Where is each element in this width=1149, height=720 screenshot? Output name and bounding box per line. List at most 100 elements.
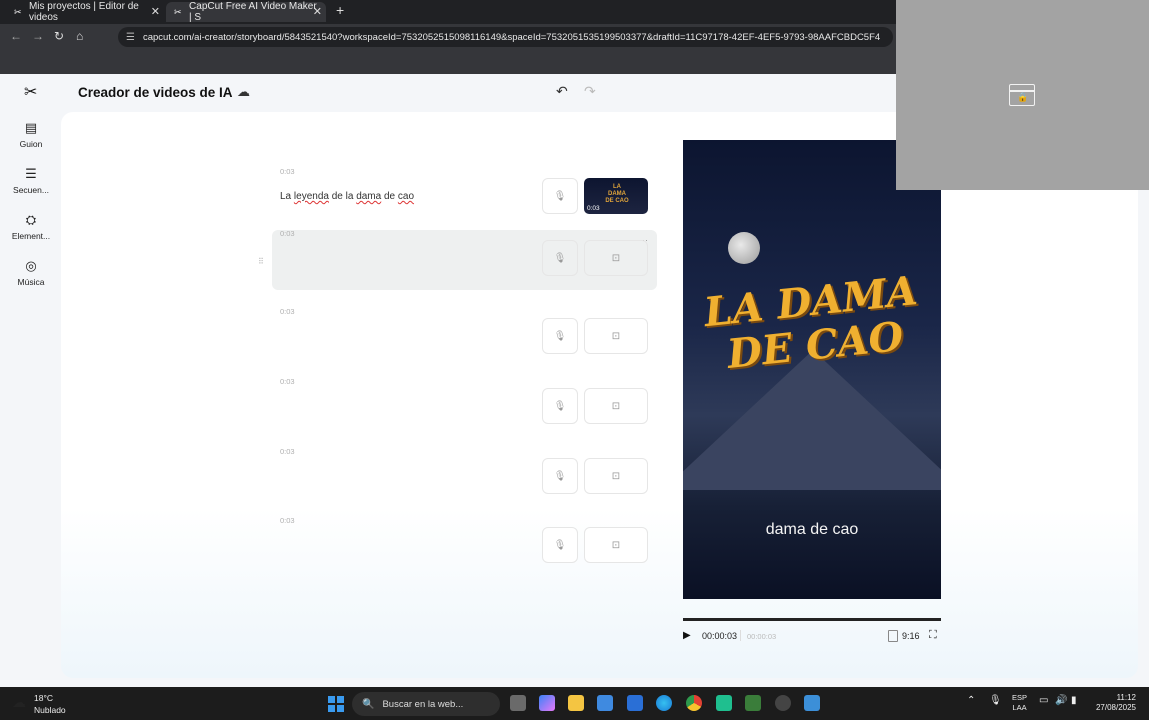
app-icon[interactable]	[627, 695, 643, 711]
sidebar-item-script[interactable]: ▤ Guion	[0, 120, 62, 149]
file-explorer-icon[interactable]	[568, 695, 584, 711]
time-divider	[740, 630, 741, 641]
weather-condition: Nublado	[34, 705, 66, 715]
voice-icon: 🎙	[553, 190, 567, 202]
add-media-button[interactable]: ⊡	[584, 388, 648, 424]
tab-close-icon[interactable]: ✕	[313, 5, 322, 18]
aspect-ratio-icon[interactable]	[888, 630, 898, 642]
image-add-icon: ⊡	[611, 400, 621, 412]
scene-duration: 0:03	[280, 307, 295, 316]
current-time: 00:00:03	[702, 631, 738, 641]
voice-icon: 🎙	[553, 252, 567, 264]
capcut-favicon-icon: ✂	[174, 7, 182, 17]
sidebar-item-label: Element...	[11, 231, 51, 241]
drag-handle-icon[interactable]: ⠿	[258, 257, 264, 266]
voice-button[interactable]: 🎙	[542, 527, 578, 563]
voice-icon: 🎙	[553, 400, 567, 412]
display-icon[interactable]: ▭	[1039, 695, 1048, 706]
fullscreen-icon[interactable]: ⛶	[929, 629, 937, 642]
notepad-icon[interactable]	[804, 695, 820, 711]
thumbnail-duration: 0:03	[587, 205, 600, 212]
voice-icon: 🎙	[553, 539, 567, 551]
show-hidden-icons-icon[interactable]: ⌃	[967, 695, 975, 706]
add-media-button[interactable]: ⊡	[584, 318, 648, 354]
sidebar-item-sequence[interactable]: ☰ Secuen...	[0, 166, 62, 195]
voice-button[interactable]: 🎙	[542, 178, 578, 214]
browser-tab-projects[interactable]: ✂ Mis proyectos | Editor de videos ✕	[6, 1, 164, 23]
store-icon[interactable]	[597, 695, 613, 711]
moon-image	[728, 232, 760, 264]
playback-progress-bar[interactable]	[683, 618, 941, 621]
sidebar-item-label: Guion	[19, 139, 43, 149]
sidebar-item-label: Música	[17, 277, 45, 287]
new-tab-button[interactable]: +	[336, 2, 344, 18]
scene-thumbnail[interactable]: LA DAMA DE CAO 0:03	[584, 178, 648, 214]
sidebar-item-label: Secuen...	[13, 185, 49, 195]
undo-icon[interactable]: ↶	[556, 83, 568, 100]
scene-row[interactable]: 0:03 ··· 🎙 ⊡	[272, 229, 657, 290]
url-field[interactable]: ☰ capcut.com/ai-creator/storyboard/58435…	[118, 27, 893, 47]
script-icon: ▤	[24, 120, 38, 135]
browser-tab-capcut[interactable]: ✂ CapCut Free AI Video Maker | S ✕	[166, 1, 326, 23]
sidebar-item-music[interactable]: ◎ Música	[0, 258, 62, 287]
search-icon: 🔍	[362, 698, 375, 710]
player-controls: ▶ 00:00:03 00:00:03 9:16 ⛶	[683, 629, 941, 644]
play-icon[interactable]: ▶	[683, 630, 691, 641]
voice-button[interactable]: 🎙	[542, 240, 578, 276]
add-media-button[interactable]: ⊡	[584, 527, 648, 563]
home-icon[interactable]: ⌂	[76, 29, 83, 43]
scene-row[interactable]: 0:03 La leyenda de la dama de cao 🎙 LA D…	[272, 167, 657, 228]
edge-icon[interactable]	[656, 695, 672, 711]
start-button-icon[interactable]	[328, 696, 344, 712]
thumbnail-title: LA DAMA DE CAO	[605, 184, 629, 204]
total-time: 00:00:03	[747, 632, 777, 641]
screen-overlay-panel	[896, 0, 1149, 190]
voice-button[interactable]: 🎙	[542, 458, 578, 494]
image-add-icon: ⊡	[611, 252, 621, 264]
scene-duration: 0:03	[280, 516, 295, 525]
app-icon[interactable]	[745, 695, 761, 711]
tab-close-icon[interactable]: ✕	[151, 5, 160, 18]
voice-button[interactable]: 🎙	[542, 388, 578, 424]
elements-icon: ⛭	[25, 212, 37, 227]
app-icon[interactable]	[775, 695, 791, 711]
taskbar-search[interactable]: 🔍 Buscar en la web...	[352, 692, 500, 716]
redo-icon[interactable]: ↷	[584, 83, 596, 100]
image-add-icon: ⊡	[611, 470, 621, 482]
reload-icon[interactable]: ↻	[54, 29, 64, 43]
scene-duration: 0:03	[280, 377, 295, 386]
weather-temp: 18°C	[34, 693, 53, 703]
app-icon[interactable]	[716, 695, 732, 711]
voice-button[interactable]: 🎙	[542, 318, 578, 354]
search-placeholder: Buscar en la web...	[382, 698, 464, 710]
video-preview[interactable]: LA DAMA DE CAO dama de cao	[683, 140, 941, 599]
language-indicator[interactable]: ESP LAA	[1012, 693, 1027, 713]
scene-row[interactable]: 0:03 🎙 ⊡	[272, 516, 657, 577]
cloud-save-icon[interactable]: ☁	[237, 84, 250, 100]
task-view-icon[interactable]	[510, 695, 526, 711]
windows-taskbar: ☁ 18°C Nublado 🔍 Buscar en la web... ⌃ 🎙…	[0, 687, 1149, 720]
copilot-icon[interactable]	[539, 695, 555, 711]
site-settings-icon[interactable]: ☰	[126, 32, 135, 43]
back-icon[interactable]: ←	[10, 29, 22, 43]
taskbar-clock[interactable]: 11:12 27/08/2025	[1090, 693, 1136, 713]
sidebar-item-elements[interactable]: ⛭ Element...	[0, 212, 62, 241]
capcut-logo-icon[interactable]: ✂	[24, 84, 42, 102]
preview-subtitle: dama de cao	[765, 521, 859, 538]
scene-script-text[interactable]: La leyenda de la dama de cao	[280, 191, 414, 202]
volume-icon[interactable]: 🔊	[1055, 695, 1067, 706]
forward-icon[interactable]: →	[32, 29, 44, 43]
microphone-icon[interactable]: 🎙	[989, 695, 1002, 706]
chrome-icon[interactable]	[686, 695, 702, 711]
battery-icon[interactable]: ▮	[1071, 695, 1077, 706]
image-add-icon: ⊡	[611, 539, 621, 551]
scene-duration: 0:03	[280, 229, 295, 238]
scene-row[interactable]: 0:03 🎙 ⊡	[272, 447, 657, 508]
scene-row[interactable]: 0:03 🎙 ⊡	[272, 307, 657, 368]
scene-row[interactable]: 0:03 🎙 ⊡	[272, 377, 657, 438]
add-media-button[interactable]: ⊡	[584, 458, 648, 494]
add-media-button[interactable]: ⊡	[584, 240, 648, 276]
aspect-ratio-label[interactable]: 9:16	[902, 631, 920, 641]
page-title: Creador de videos de IA	[78, 85, 233, 100]
locked-window-icon	[1009, 84, 1035, 106]
